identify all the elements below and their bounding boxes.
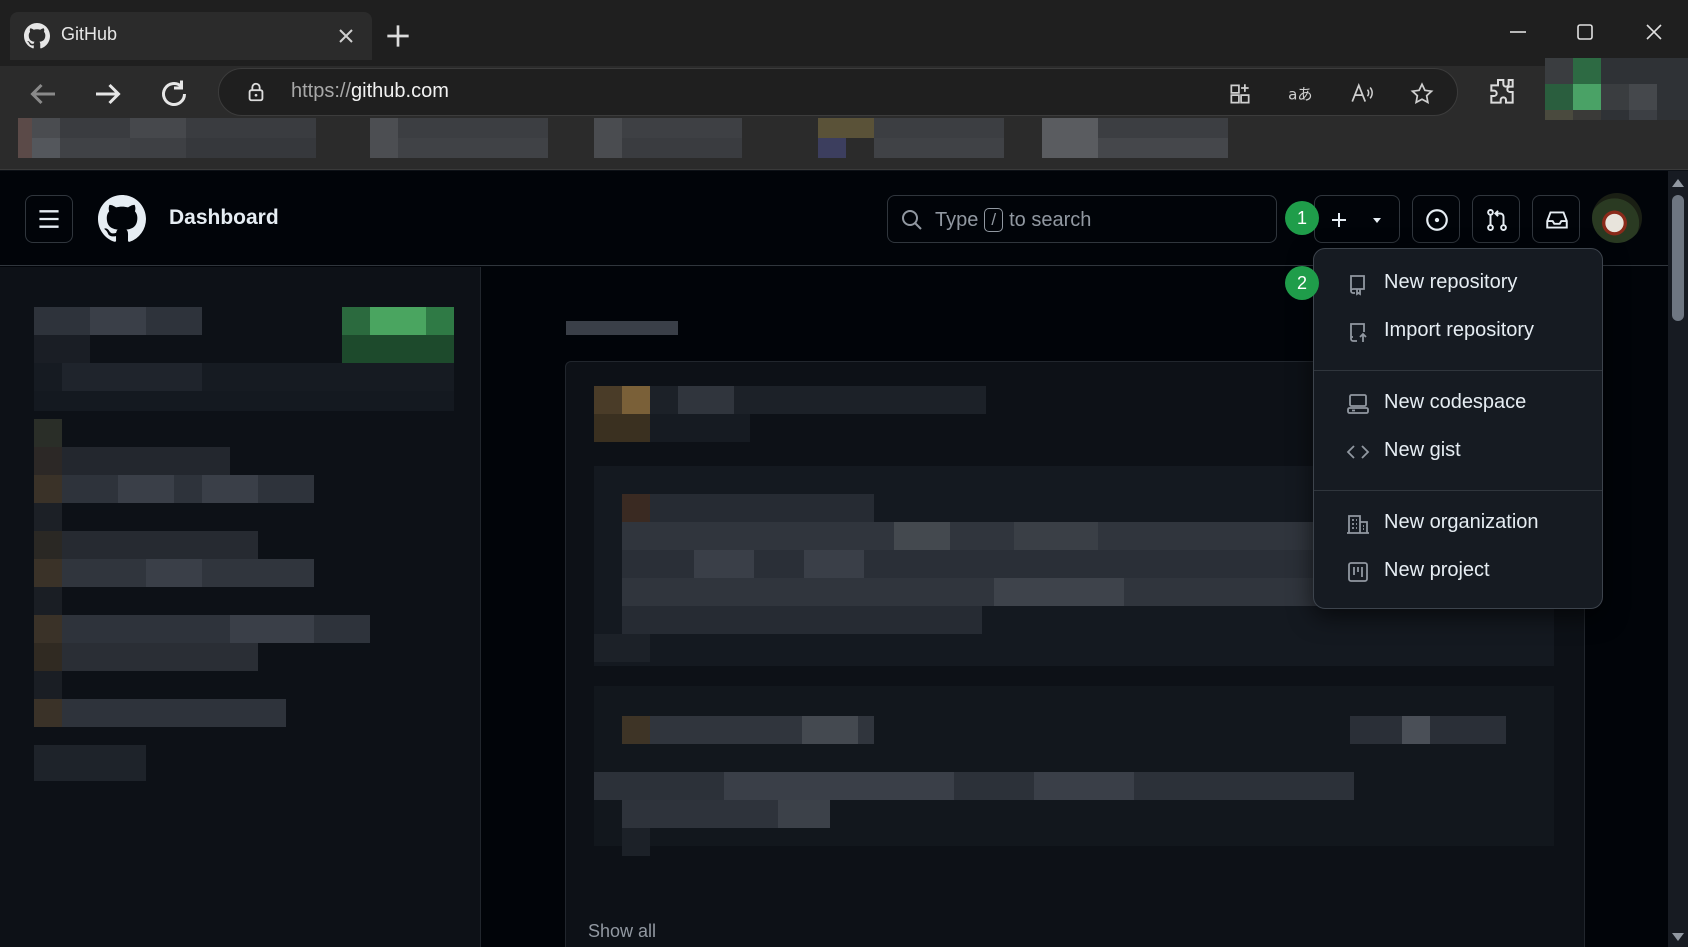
create-new-button[interactable]: [1314, 195, 1400, 243]
repo-push-icon: [1350, 323, 1367, 342]
plus-icon: [1332, 213, 1346, 227]
menu-item-new-gist[interactable]: New gist: [1322, 429, 1594, 473]
blurred-feed-title: [566, 321, 678, 335]
url-host: github.com: [351, 80, 449, 102]
search-prefix: Type: [935, 208, 979, 231]
step-badge-1: 1: [1285, 201, 1319, 235]
issues-button[interactable]: [1412, 195, 1460, 243]
browser-tab-github[interactable]: GitHub: [10, 12, 372, 60]
back-arrow-icon[interactable]: [25, 76, 61, 112]
github-page: Dashboard Type / to search Show all New …: [0, 171, 1668, 947]
create-new-dropdown: New repository Import repository New cod…: [1313, 248, 1603, 609]
browser-toolbar: https://github.com aあ: [0, 66, 1688, 120]
search-placeholder: Type / to search: [935, 208, 1091, 232]
menu-hamburger-icon[interactable]: [25, 195, 73, 243]
url-scheme: https://: [291, 80, 352, 102]
maximize-icon[interactable]: [1565, 14, 1605, 50]
show-all-link[interactable]: Show all: [588, 921, 656, 942]
page-title[interactable]: Dashboard: [169, 206, 279, 230]
github-logo-icon[interactable]: [98, 195, 146, 243]
new-tab-icon[interactable]: [382, 20, 414, 52]
code-icon: [1346, 445, 1370, 459]
codespaces-icon: [1347, 394, 1369, 414]
read-aloud-icon[interactable]: [1349, 81, 1375, 107]
forward-arrow-icon[interactable]: [90, 76, 126, 112]
github-favicon-icon: [24, 23, 50, 49]
blurred-bookmarks: [18, 118, 1228, 158]
repo-icon: [1350, 275, 1365, 296]
git-pull-request-icon: [1487, 209, 1507, 231]
project-icon: [1348, 562, 1368, 582]
issue-opened-icon: [1426, 209, 1448, 231]
triangle-down-icon: [1373, 218, 1381, 223]
search-shortcut-key: /: [984, 208, 1004, 232]
step-badge-2: 2: [1285, 266, 1319, 300]
close-window-icon[interactable]: [1634, 14, 1674, 50]
url-text[interactable]: https://github.com: [291, 80, 449, 103]
search-icon: [902, 210, 922, 230]
pull-requests-button[interactable]: [1472, 195, 1520, 243]
svg-text:aあ: aあ: [1288, 85, 1312, 103]
menu-item-new-organization[interactable]: New organization: [1322, 501, 1594, 545]
app-available-icon[interactable]: [1227, 81, 1253, 107]
dashboard-sidebar: [0, 267, 481, 947]
favorite-star-icon[interactable]: [1409, 81, 1435, 107]
browser-titlebar: GitHub: [0, 0, 1688, 66]
menu-item-import-repository[interactable]: Import repository: [1322, 309, 1594, 353]
menu-item-new-project[interactable]: New project: [1322, 549, 1594, 593]
minimize-icon[interactable]: [1498, 14, 1538, 50]
inbox-icon: [1546, 211, 1568, 229]
menu-item-label: New project: [1384, 559, 1490, 581]
menu-item-label: New repository: [1384, 271, 1518, 293]
menu-item-label: Import repository: [1384, 319, 1535, 341]
menu-item-label: New codespace: [1384, 391, 1527, 413]
blurred-sidebar-footer: [34, 755, 146, 781]
lock-icon[interactable]: [245, 81, 267, 103]
search-input[interactable]: Type / to search: [887, 195, 1277, 243]
menu-item-new-codespace[interactable]: New codespace: [1322, 381, 1594, 425]
menu-item-label: New gist: [1384, 439, 1461, 461]
scroll-up-icon[interactable]: [1670, 176, 1686, 190]
menu-item-new-repository[interactable]: New repository: [1322, 261, 1594, 305]
user-avatar[interactable]: [1592, 193, 1642, 243]
translate-icon[interactable]: aあ: [1287, 81, 1313, 107]
search-suffix: to search: [1009, 208, 1092, 231]
blurred-sidebar-content: [34, 307, 454, 757]
reload-icon[interactable]: [156, 76, 192, 112]
organization-icon: [1347, 515, 1369, 534]
menu-item-label: New organization: [1384, 511, 1539, 533]
close-tab-icon[interactable]: [334, 24, 358, 48]
scrollbar-thumb[interactable]: [1672, 195, 1684, 321]
inbox-button[interactable]: [1532, 195, 1580, 243]
extensions-icon[interactable]: [1486, 76, 1518, 108]
menu-divider: [1314, 370, 1602, 371]
tab-title: GitHub: [61, 24, 118, 44]
menu-divider: [1314, 490, 1602, 491]
scroll-down-icon[interactable]: [1670, 930, 1686, 944]
address-bar[interactable]: https://github.com aあ: [218, 68, 1458, 116]
